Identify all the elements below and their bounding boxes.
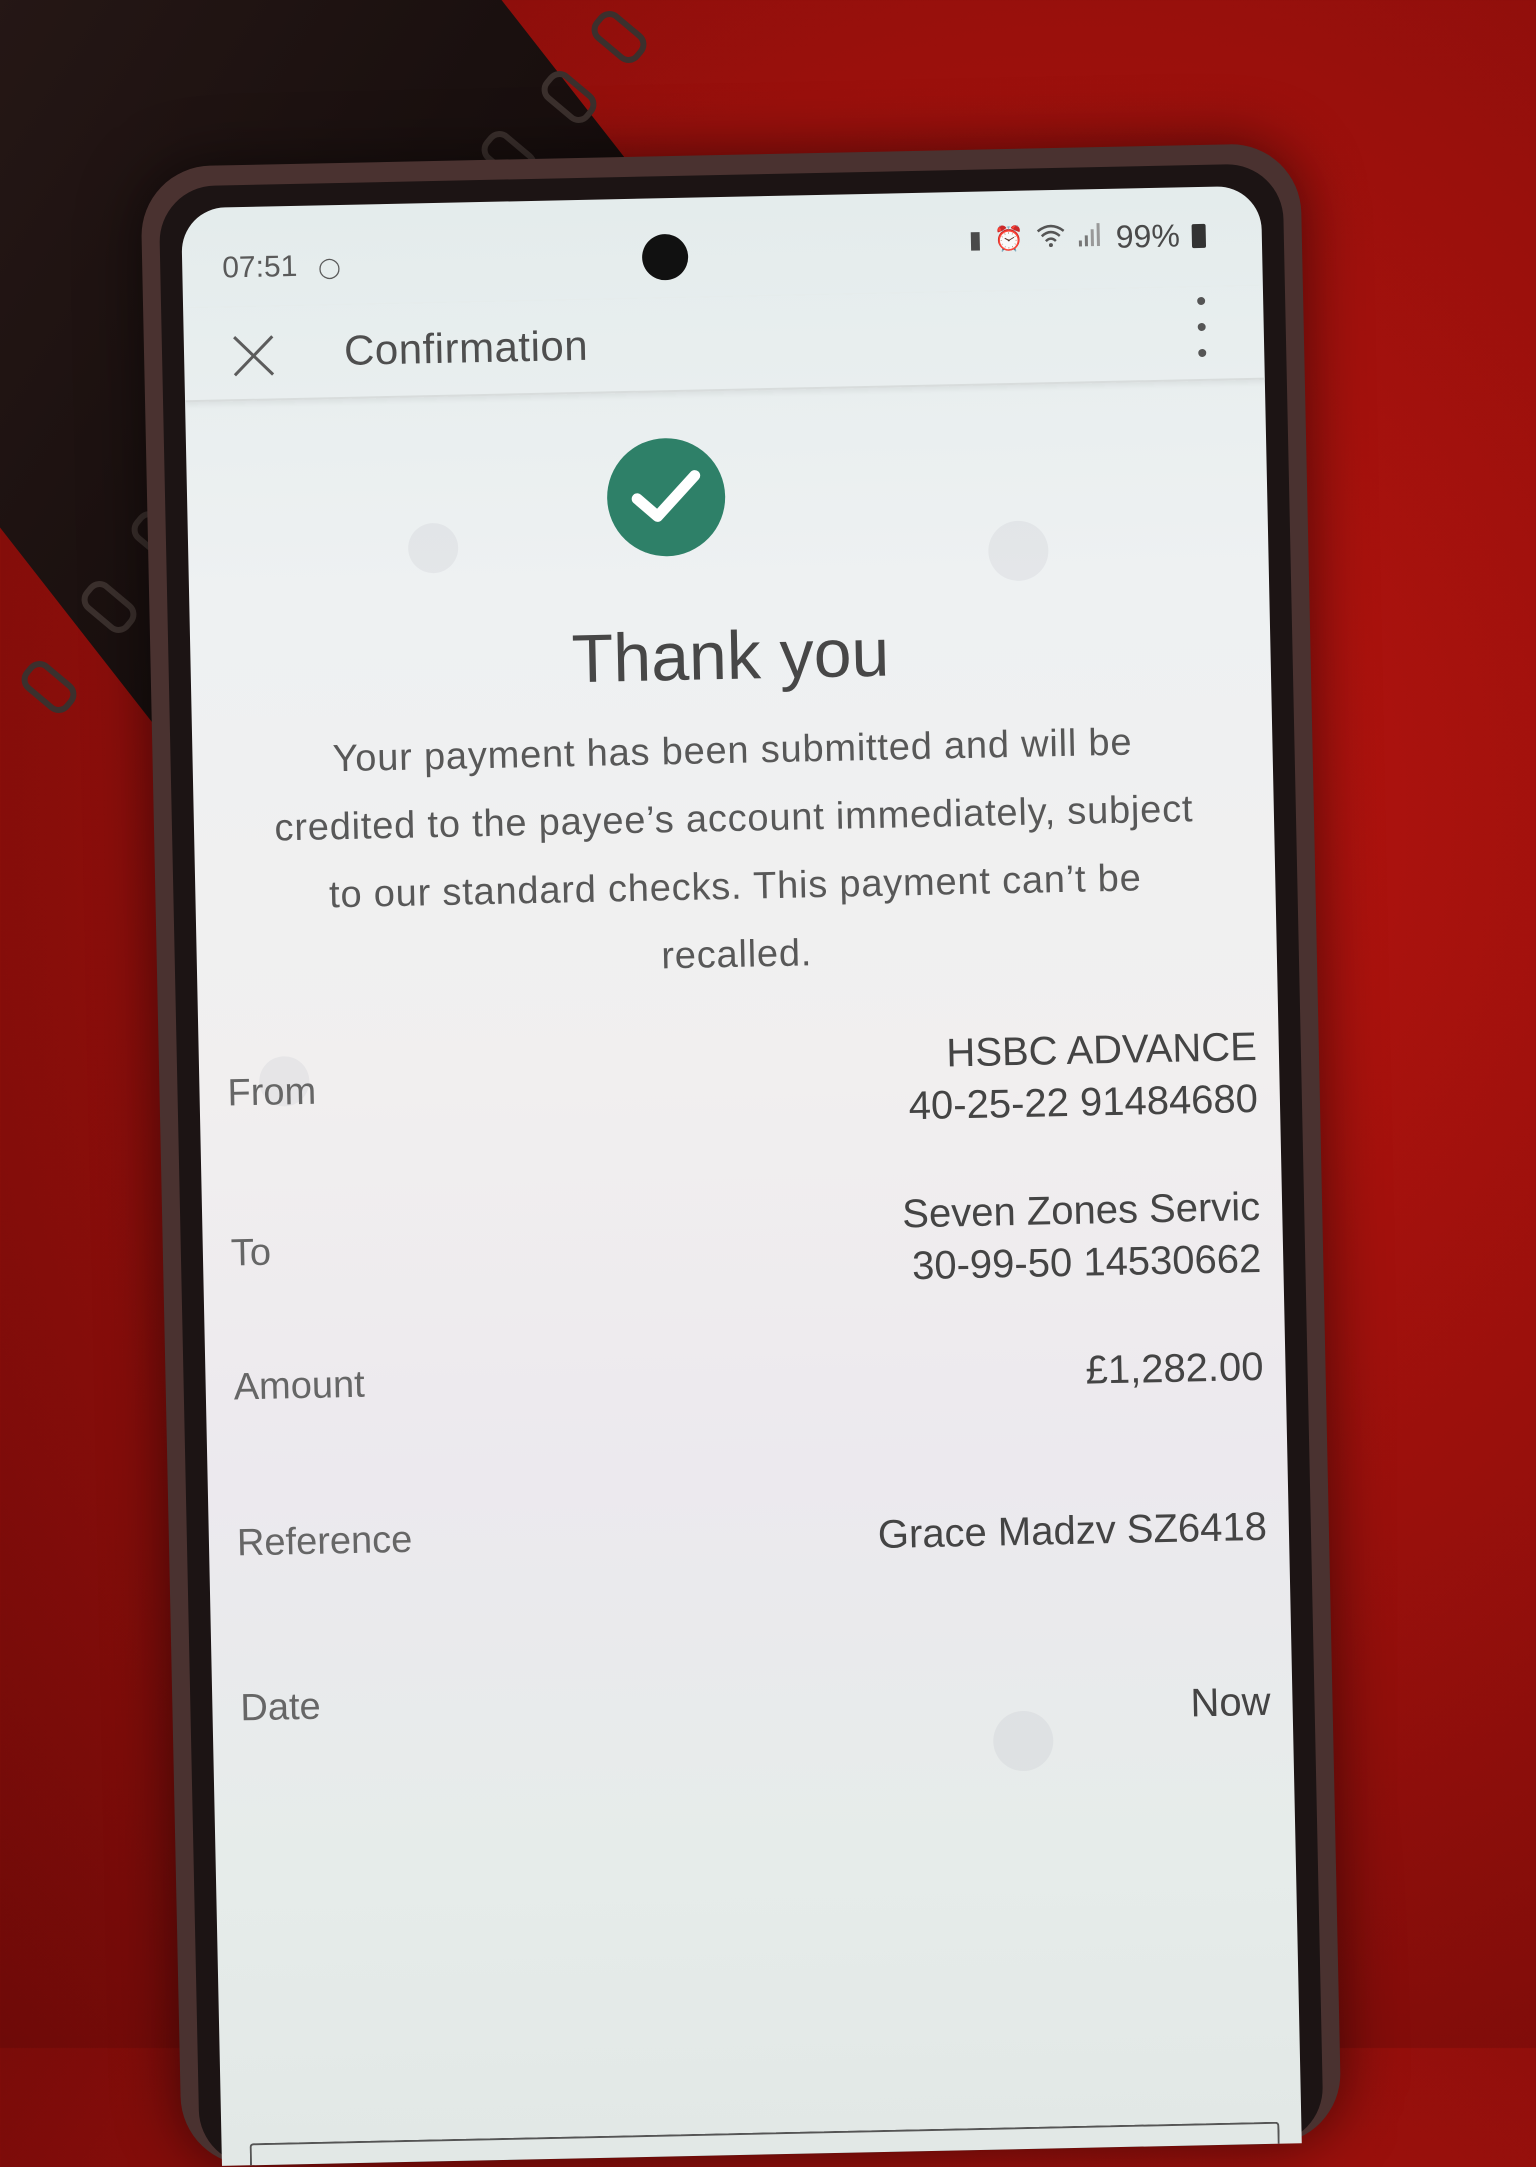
status-time: 07:51 [221, 249, 298, 285]
to-payee-name: Seven Zones Servic [901, 1184, 1261, 1237]
signal-icon [1077, 222, 1104, 254]
date-value: Now [1190, 1679, 1271, 1726]
thank-you-heading: Thank you [570, 614, 891, 698]
from-account-name: HSBC ADVANCE [945, 1024, 1258, 1076]
detail-row-reference: Reference Grace Madzv SZ6418 [237, 1501, 1268, 1583]
screen-smudge [987, 520, 1049, 582]
phone-screen: 07:51 ◯ ▮ ⏰ 99% Confirmation Thank you Y… [180, 185, 1302, 2166]
payment-details: From HSBC ADVANCE 40-25-22 91484680 To S… [198, 1020, 1278, 1729]
status-bar: 07:51 ◯ ▮ ⏰ 99% [181, 186, 1263, 299]
wifi-icon [1035, 223, 1066, 255]
bottom-action-container[interactable] [249, 2121, 1281, 2166]
sim-icon: ▮ [968, 226, 983, 254]
to-value: Seven Zones Servic 30-99-50 14530662 [902, 1181, 1262, 1292]
date-label: Date [239, 1685, 322, 1730]
from-account-number: 40-25-22 91484680 [908, 1076, 1259, 1129]
amount-label: Amount [233, 1363, 366, 1409]
notebook-ring [15, 655, 83, 719]
reference-label: Reference [236, 1518, 413, 1565]
battery-level: 99% [1115, 217, 1181, 255]
alarm-icon: ⏰ [993, 225, 1025, 254]
reference-value: Grace Madzv SZ6418 [877, 1504, 1268, 1557]
to-label: To [230, 1231, 272, 1275]
more-vertical-icon[interactable] [1191, 296, 1212, 358]
detail-row-from: From HSBC ADVANCE 40-25-22 91484680 [226, 1021, 1258, 1153]
page-title: Confirmation [343, 321, 589, 374]
check-circle-icon [605, 436, 727, 558]
notebook-ring [585, 5, 653, 69]
status-icons: ▮ ⏰ 99% [968, 217, 1207, 259]
phone-frame: 07:51 ◯ ▮ ⏰ 99% Confirmation Thank you Y… [140, 142, 1342, 2167]
from-value: HSBC ADVANCE 40-25-22 91484680 [907, 1021, 1258, 1132]
from-label: From [227, 1070, 317, 1115]
app-bar: Confirmation [183, 285, 1265, 403]
to-account-number: 30-99-50 14530662 [911, 1236, 1262, 1289]
eye-comfort-icon: ◯ [318, 256, 341, 280]
detail-row-amount: Amount £1,282.00 [233, 1341, 1264, 1423]
front-camera [641, 233, 689, 281]
detail-row-date: Date Now [240, 1666, 1271, 1748]
detail-row-to: To Seven Zones Servic 30-99-50 14530662 [230, 1181, 1262, 1313]
battery-icon [1191, 223, 1207, 248]
phone-bezel: 07:51 ◯ ▮ ⏰ 99% Confirmation Thank you Y… [158, 163, 1324, 2167]
checkmark-icon [631, 470, 701, 522]
amount-value: £1,282.00 [1085, 1344, 1264, 1393]
screen-smudge [407, 522, 459, 574]
close-icon[interactable] [228, 328, 279, 379]
confirmation-message: Your payment has been submitted and will… [274, 721, 1194, 978]
